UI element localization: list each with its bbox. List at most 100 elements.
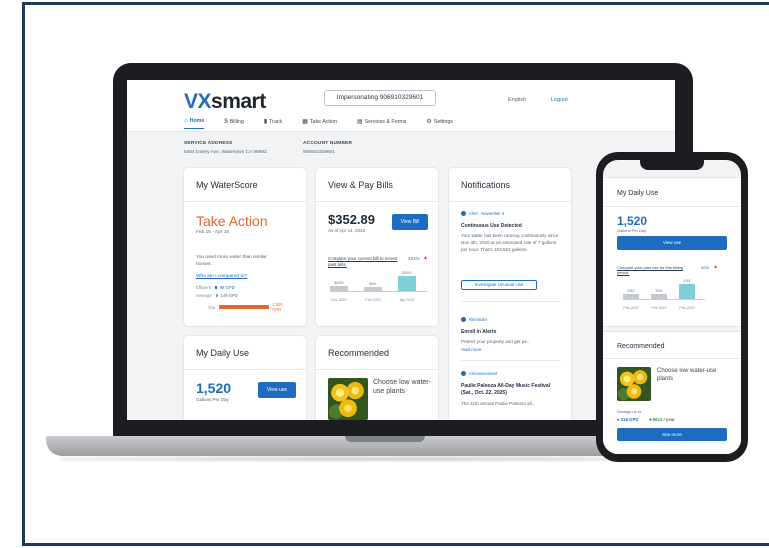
phone-daily-use-unit: Gallons Per Day <box>617 228 647 233</box>
you-bar <box>219 305 270 309</box>
nav-label: Take Action <box>309 118 337 125</box>
home-icon: ⌂ <box>184 118 188 124</box>
savings-cost: ■ $612 / year <box>649 417 675 422</box>
savings-gpd: ● 218 GPD <box>617 417 638 422</box>
nav-track[interactable]: ▮ Track <box>264 117 282 129</box>
read-more-link[interactable]: read more <box>461 347 482 352</box>
bar <box>364 287 382 291</box>
tag-label: Announcement <box>469 371 498 376</box>
chart-axis <box>330 291 428 292</box>
phone-recommended-card: Recommended Choose low water-use plants … <box>603 332 741 454</box>
vxsmart-logo[interactable]: VXsmart <box>184 90 266 114</box>
alert-icon <box>461 211 466 216</box>
notification-heading: Enroll in Alerts <box>461 329 497 335</box>
phone-view-use-button[interactable]: View use <box>617 236 727 250</box>
tag-label: Alert · November 4 <box>469 211 505 216</box>
notification-body: The 11th annual Paulie Palooza all... <box>461 401 536 406</box>
top-header: VXsmart Impersonating 906910329601 Engli… <box>127 80 675 132</box>
nav-home[interactable]: ⌂ Home <box>184 117 205 129</box>
bar-x-label: Feb 2023 <box>365 297 381 302</box>
savings-gpd-value: 218 GPD <box>620 417 639 422</box>
daily-use-card: My Daily Use 1,520 Gallons Per Day View … <box>184 336 306 420</box>
bar <box>330 286 348 291</box>
notifications-card: Notifications Alert · November 4 Continu… <box>449 168 571 420</box>
calendar-icon: ▦ <box>302 119 308 125</box>
reminder-tag: Reminder <box>461 317 487 322</box>
main-nav: ⌂ Home $ Billing ▮ Track ▦ Take Action ▤ Services… <box>184 117 473 129</box>
notification-body: Your water has been running continuously… <box>461 233 559 252</box>
nav-label: Billing <box>229 118 244 125</box>
service-address-value: 5404 Dasey Ave, Watertown CA 99992 <box>184 150 267 155</box>
efficient-bar <box>214 286 217 289</box>
bill-change-percent: 331% <box>408 256 420 261</box>
laptop-screen: VXsmart Impersonating 906910329601 Engli… <box>127 80 675 420</box>
savings-label: Savings up to <box>617 409 642 414</box>
row-label: You <box>208 304 216 310</box>
phone-screen: My Daily Use 1,520 Gallons Per Day View … <box>603 160 741 454</box>
bar-x-label: Dec 2022 <box>331 297 347 302</box>
nav-settings[interactable]: ⚙ Settings <box>426 117 453 129</box>
waterscore-status: Take Action <box>196 213 268 229</box>
logout-link[interactable]: Logout <box>551 97 568 103</box>
account-number-label: ACCOUNT NUMBER <box>303 141 353 146</box>
arrow-up-icon: ▲ <box>423 255 428 261</box>
alert-tag: Alert · November 4 <box>461 211 504 216</box>
card-title: My Daily Use <box>617 190 659 197</box>
bill-bar-chart: $XXX Dec 2022 $XX Feb 2023 $XXX Apr 2023 <box>330 268 428 302</box>
bar <box>679 284 695 299</box>
reminder-icon <box>461 317 466 322</box>
bar-value-label: XXX <box>683 279 691 283</box>
nav-take-action[interactable]: ▦ Take Action <box>302 117 337 129</box>
flower-image <box>328 378 368 420</box>
nav-label: Services & Forms <box>364 118 407 125</box>
nav-billing[interactable]: $ Billing <box>224 117 243 129</box>
daily-use-value: 1,520 <box>196 380 232 396</box>
bar-x-label: Apr 2023 <box>399 297 415 302</box>
comparison-link[interactable]: Who am I compared to? <box>196 274 247 279</box>
language-selector[interactable]: English <box>508 97 526 103</box>
announcement-icon <box>461 371 466 376</box>
notification-heading: Continuous Use Detected <box>461 223 522 229</box>
bill-date: As of Apr 14, 2023 <box>328 228 366 233</box>
waterscore-card: My WaterScore Take Action Feb 15 - Apr 1… <box>184 168 306 326</box>
row-value: 1,520 GPD <box>272 302 283 312</box>
bar-value-label: $XXX <box>334 281 344 285</box>
divider <box>603 206 741 207</box>
average-bar <box>215 294 218 297</box>
view-bill-button[interactable]: View Bill <box>392 214 428 230</box>
phone-compare-link[interactable]: Compare your past use for this billing p… <box>617 265 689 275</box>
bar-value-label: $XXX <box>402 271 412 275</box>
impersonating-field[interactable]: Impersonating 906910329601 <box>324 90 436 106</box>
phone-daily-use-value: 1,520 <box>617 214 648 228</box>
laptop-hinge-notch <box>345 436 425 442</box>
forms-icon: ▤ <box>356 119 363 125</box>
see-more-button[interactable]: See more <box>617 428 727 441</box>
tag-label: Reminder <box>469 317 488 322</box>
investigate-button[interactable]: Investigate Unusual Use <box>461 280 537 290</box>
bar-value-label: $XX <box>369 282 377 286</box>
phone-notch <box>640 160 704 170</box>
bill-amount: $352.89 <box>328 212 375 227</box>
arrow-up-icon: ▲ <box>713 264 718 270</box>
waterscore-message: You used more water than similar homes. <box>196 255 268 267</box>
announcement-tag: Announcement <box>461 371 497 376</box>
chart-icon: ▮ <box>263 119 268 125</box>
phone-bar-chart: XXX Feb 2022 XXX Feb 2023 XXX Feb 2023 <box>623 278 705 310</box>
recommendation-text: Choose low water-use plants <box>373 379 431 395</box>
view-use-button[interactable]: View use <box>258 382 296 398</box>
divider <box>184 201 306 202</box>
nav-services-forms[interactable]: ▤ Services & Forms <box>357 117 406 129</box>
row-label: Average <box>196 293 212 298</box>
savings-cost-value: $612 / year <box>652 417 675 422</box>
phone-daily-use-card: My Daily Use 1,520 Gallons Per Day View … <box>603 178 741 326</box>
divider <box>461 360 561 361</box>
dollar-icon: $ <box>224 118 228 125</box>
divider <box>316 201 438 202</box>
gear-icon: ⚙ <box>426 119 432 125</box>
logo-smart: smart <box>211 90 266 113</box>
bar-x-label: Feb 2023 <box>651 305 667 310</box>
compare-bills-link[interactable]: Compare your current bill to recent past… <box>328 256 398 268</box>
flower-image <box>617 367 651 401</box>
card-title: View & Pay Bills <box>328 180 393 190</box>
row-value: 149 GPD <box>220 293 238 298</box>
